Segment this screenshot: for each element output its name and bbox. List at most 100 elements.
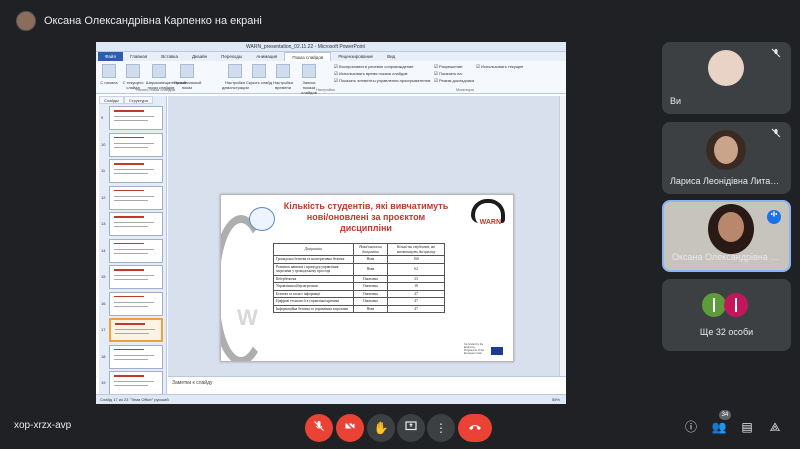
- participant-name: Оксана Олександрівна К…: [672, 252, 784, 262]
- broadcast-icon[interactable]: [152, 64, 166, 78]
- show-on-select[interactable]: Показать на:: [434, 71, 463, 77]
- speaking-indicator-icon: [767, 210, 781, 224]
- slide-thumbnail-number: 18: [101, 353, 106, 359]
- current-slide[interactable]: W Кількість студентів, які вивчатимуть н…: [220, 194, 514, 362]
- hide-slide-label: Скрыть слайд: [246, 80, 272, 85]
- timings-checkbox[interactable]: Использовать время показа слайдов: [334, 71, 408, 77]
- table-cell: 23: [387, 274, 445, 283]
- media-controls-checkbox[interactable]: Показать элементы управления проигрывате…: [334, 78, 430, 84]
- table-cell: 160: [387, 255, 445, 264]
- meeting-code: xop-xrzx-avp: [14, 420, 72, 431]
- participant-photo: [708, 50, 744, 86]
- slide-thumbnail-number: 16: [101, 300, 106, 306]
- table-cell: Управління кіберзагрозами: [273, 282, 354, 291]
- table-cell: 47: [387, 289, 445, 298]
- vertical-scrollbar[interactable]: [559, 96, 566, 376]
- more-options-button[interactable]: ⋮: [427, 414, 455, 442]
- participant-tile-self[interactable]: Ви: [662, 42, 791, 114]
- slide-thumbnail-preview: [109, 185, 163, 210]
- more-participants-tile[interactable]: Ще 32 особи: [662, 279, 791, 351]
- table-cell: Оновлена: [352, 289, 389, 298]
- table-cell: Оновлена: [352, 297, 389, 306]
- tab-review[interactable]: Рецензирование: [331, 52, 380, 61]
- present-button[interactable]: [397, 414, 425, 442]
- tab-home[interactable]: Главная: [123, 52, 154, 61]
- table-header: Дисципліна: [273, 243, 354, 256]
- eu-flag-icon: [491, 347, 503, 355]
- rehearse-timings-icon[interactable]: [276, 64, 290, 78]
- meeting-details-button[interactable]: ⓘ: [682, 418, 700, 436]
- slide-thumbnail-preview: [109, 344, 163, 369]
- from-beginning-icon[interactable]: [102, 64, 116, 78]
- tab-view[interactable]: Вид: [380, 52, 402, 61]
- people-button[interactable]: 👥: [710, 418, 728, 436]
- slide-thumbnail-preview: [109, 291, 163, 316]
- table-cell: Безпека та захист інформації: [273, 289, 354, 298]
- slide-thumbnail-number: 15: [101, 274, 106, 279]
- camera-off-icon: [345, 421, 355, 431]
- custom-show-icon[interactable]: [180, 64, 194, 78]
- more-vert-icon: ⋮: [435, 421, 447, 435]
- group-monitors-label: Мониторы: [456, 88, 475, 92]
- participant-tile[interactable]: Лариса Леонідівна Лита…: [662, 122, 791, 194]
- tab-animations[interactable]: Анимация: [249, 52, 284, 61]
- people-count-badge: 34: [719, 410, 731, 420]
- group-setup-label: Настройка: [316, 88, 335, 92]
- activities-button[interactable]: ⟁: [766, 418, 784, 436]
- slide-thumbnail-preview: [109, 265, 163, 289]
- table-cell: Інформаційна безпека та управління загро…: [273, 304, 354, 313]
- table-cell: 47: [387, 304, 445, 313]
- university-logo-icon: [249, 207, 275, 231]
- from-current-icon[interactable]: [126, 64, 140, 78]
- presenter-view-checkbox[interactable]: Режим докладчика: [434, 78, 474, 84]
- table-cell: Розвиток навичок і процедур управління з…: [273, 262, 354, 276]
- group-start-label: Начать показ слайдов: [136, 88, 176, 92]
- participant-face: [718, 212, 744, 242]
- setup-show-label: Настройка демонстрации: [222, 80, 249, 90]
- participant-name: Лариса Леонідівна Лита…: [670, 176, 780, 186]
- leave-call-button[interactable]: [458, 414, 492, 442]
- slide-editor: W Кількість студентів, які вивчатимуть н…: [168, 96, 566, 376]
- tab-slides[interactable]: Слайды: [99, 96, 124, 104]
- powerpoint-title-bar: WARN_presentation_02.11.22 - Microsoft P…: [96, 42, 566, 52]
- warn-logo-text: WARN: [479, 219, 501, 226]
- table-cell: 47: [387, 297, 445, 306]
- mic-off-icon: [769, 48, 783, 62]
- setup-show-icon[interactable]: [228, 64, 242, 78]
- resolution-select[interactable]: Использовать текущее: [476, 64, 523, 70]
- notes-pane[interactable]: Заметки к слайду: [168, 376, 566, 392]
- table-cell: Нова: [352, 262, 389, 276]
- presenter-avatar: [16, 11, 36, 31]
- tab-insert[interactable]: Вставка: [154, 52, 185, 61]
- slide-watermark: W: [237, 305, 258, 330]
- tab-design[interactable]: Дизайн: [185, 52, 214, 61]
- tab-slide-show[interactable]: Показ слайдов: [284, 51, 332, 62]
- table-cell: Оновлена: [352, 274, 389, 283]
- mic-off-icon: [314, 421, 324, 431]
- shared-screen: WARN_presentation_02.11.22 - Microsoft P…: [96, 42, 566, 404]
- presenting-banner: Оксана Олександрівна Карпенко на екрані: [10, 8, 790, 34]
- raise-hand-button[interactable]: ✋: [367, 414, 395, 442]
- status-bar: Слайд 17 из 23 "Тема Office" русский 55%: [96, 394, 566, 404]
- slide-thumbnail-number: 13: [101, 221, 106, 226]
- slide-thumbnail-number: 12: [101, 194, 106, 200]
- tab-transitions[interactable]: Переходы: [214, 52, 249, 61]
- camera-toggle-button[interactable]: [336, 414, 364, 442]
- more-participants-avatars: [702, 293, 752, 321]
- participant-tile-active-speaker[interactable]: Оксана Олександрівна К…: [662, 200, 791, 272]
- table-row: Кібербезпека Оновлена 23: [273, 274, 445, 283]
- zoom-level[interactable]: 55%: [552, 395, 560, 404]
- table-row: Розвиток навичок і процедур управління з…: [273, 262, 445, 276]
- mic-toggle-button[interactable]: [305, 414, 333, 442]
- resolution-label: Разрешение:: [434, 64, 463, 70]
- slide-thumbnail-preview: [109, 159, 163, 183]
- chat-button[interactable]: ▤: [738, 418, 756, 436]
- slide-thumbnail-number: 17: [101, 327, 106, 332]
- hide-slide-icon[interactable]: [252, 64, 266, 78]
- record-show-icon[interactable]: [302, 64, 316, 78]
- tab-file[interactable]: Файл: [98, 52, 124, 61]
- presenter-title: Оксана Олександрівна Карпенко на екрані: [44, 15, 262, 27]
- present-screen-icon: [405, 421, 417, 431]
- narration-checkbox[interactable]: Воспроизвести речевое сопровождение: [334, 64, 413, 70]
- tab-outline[interactable]: Структура: [123, 96, 153, 104]
